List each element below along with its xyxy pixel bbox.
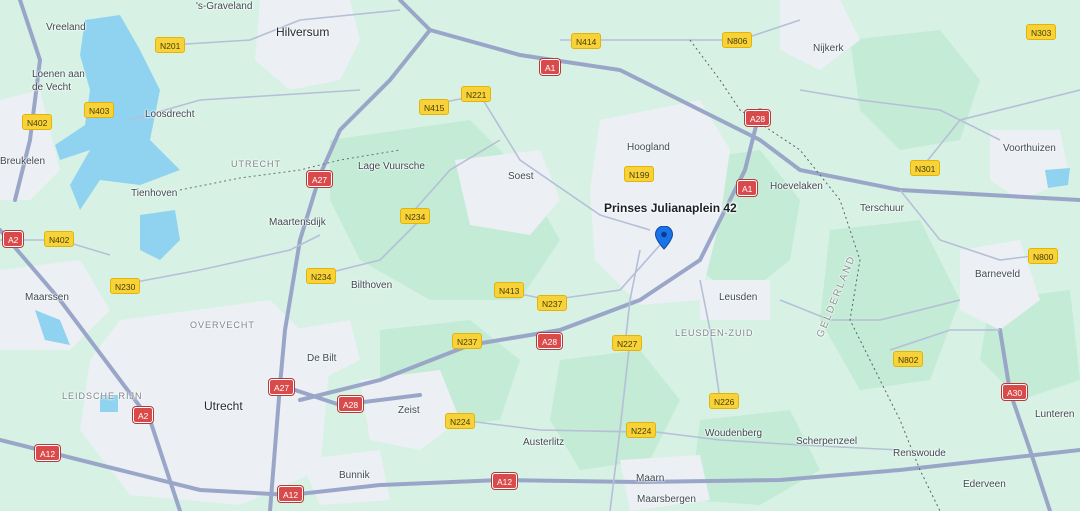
map-base-layer — [0, 0, 1080, 511]
road-shield: N413 — [494, 282, 525, 298]
road-shield: A12 — [35, 445, 61, 461]
road-shield: N199 — [624, 166, 655, 182]
road-shield: A30 — [1002, 384, 1028, 400]
place-vreeland: Vreeland — [46, 22, 86, 33]
road-shield: N237 — [537, 295, 568, 311]
map-canvas[interactable]: Vreeland 's-Graveland Hilversum Nijkerk … — [0, 0, 1080, 511]
place-maarsbergen: Maarsbergen — [637, 494, 696, 505]
road-shield: N303 — [1026, 24, 1057, 40]
road-shield: N403 — [84, 102, 115, 118]
place-austerlitz: Austerlitz — [523, 437, 565, 448]
road-shield: N806 — [722, 32, 753, 48]
road-shield: A28 — [537, 333, 563, 349]
place-nijkerk: Nijkerk — [813, 43, 844, 54]
road-shield: A1 — [540, 59, 561, 75]
place-woudenberg: Woudenberg — [705, 428, 763, 439]
road-shield: N402 — [44, 231, 75, 247]
road-shield: N402 — [22, 114, 53, 130]
road-shield: A2 — [133, 407, 154, 423]
road-shield: N224 — [626, 422, 657, 438]
place-overvecht: OVERVECHT — [190, 320, 255, 330]
place-renswoude: Renswoude — [893, 448, 946, 459]
road-shield: N800 — [1028, 248, 1059, 264]
place-hilversum: Hilversum — [276, 25, 330, 39]
road-shield: N226 — [709, 393, 740, 409]
road-shield: N237 — [452, 333, 483, 349]
road-shield: N201 — [155, 37, 186, 53]
location-pin-icon[interactable] — [654, 225, 674, 250]
place-lunteren: Lunteren — [1035, 409, 1075, 420]
road-shield: A28 — [338, 396, 364, 412]
place-loenen: Loenen aan de Vecht — [32, 69, 85, 93]
place-scherpenzeel: Scherpenzeel — [796, 436, 858, 447]
place-terschuur: Terschuur — [860, 203, 904, 214]
road-shield: A27 — [269, 379, 295, 395]
place-graveland: 's-Graveland — [196, 1, 253, 12]
road-shield: N224 — [445, 413, 476, 429]
place-utrecht: Utrecht — [204, 399, 243, 413]
road-shield: A28 — [745, 110, 771, 126]
road-shield: N414 — [571, 33, 602, 49]
road-shield: A12 — [278, 486, 304, 502]
road-shield: N227 — [612, 335, 643, 351]
place-maarssen: Maarssen — [25, 292, 69, 303]
road-shield: N230 — [110, 278, 141, 294]
road-shield: A27 — [307, 171, 333, 187]
place-leusden-zuid: LEUSDEN-ZUID — [675, 328, 754, 338]
place-loosdrecht: Loosdrecht — [145, 109, 195, 120]
place-soest: Soest — [508, 171, 534, 182]
road-shield: N301 — [910, 160, 941, 176]
place-de-bilt: De Bilt — [307, 353, 337, 364]
road-shield: A12 — [492, 473, 518, 489]
place-bunnik: Bunnik — [339, 470, 370, 481]
place-hoogland: Hoogland — [627, 142, 670, 153]
place-leidsche-rijn: LEIDSCHE RIJN — [62, 391, 143, 401]
road-shield: N234 — [400, 208, 431, 224]
place-breukelen: Breukelen — [0, 156, 46, 167]
place-utrecht-province: UTRECHT — [231, 159, 281, 169]
road-shield: N415 — [419, 99, 450, 115]
road-shield: N802 — [893, 351, 924, 367]
marker-label: Prinses Julianaplein 42 — [604, 201, 737, 215]
place-lage-vuursche: Lage Vuursche — [358, 161, 425, 172]
place-hoevelaken: Hoevelaken — [770, 181, 823, 192]
place-maartensdijk: Maartensdijk — [269, 217, 326, 228]
place-barneveld: Barneveld — [975, 269, 1021, 280]
road-shield: A1 — [737, 180, 758, 196]
road-shield: N221 — [461, 86, 492, 102]
place-ederveen: Ederveen — [963, 479, 1006, 490]
place-zeist: Zeist — [398, 405, 420, 416]
place-voorthuizen: Voorthuizen — [1003, 143, 1056, 154]
road-shield: N234 — [306, 268, 337, 284]
place-maarn: Maarn — [636, 473, 665, 484]
place-leusden: Leusden — [719, 292, 758, 303]
road-shield: A2 — [3, 231, 24, 247]
place-tienhoven: Tienhoven — [131, 188, 178, 199]
place-bilthoven: Bilthoven — [351, 280, 393, 291]
